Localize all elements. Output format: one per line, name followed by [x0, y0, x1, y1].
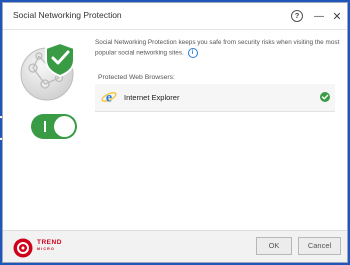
toggle-knob — [54, 116, 75, 137]
brand-logo-text: TREND MICRO — [37, 239, 62, 253]
protected-browsers-label: Protected Web Browsers: — [98, 74, 175, 81]
help-icon: ? — [291, 10, 303, 22]
browser-row: e Internet Explorer — [95, 84, 335, 112]
cancel-button[interactable]: Cancel — [298, 237, 341, 255]
close-button[interactable]: ✕ — [330, 9, 344, 23]
toggle-on-indicator — [44, 121, 46, 132]
window-title: Social Networking Protection — [13, 10, 122, 20]
protection-toggle[interactable] — [31, 114, 77, 139]
description-body: Social Networking Protection keeps you s… — [95, 39, 340, 57]
info-icon[interactable]: i — [187, 47, 198, 58]
check-icon — [320, 92, 330, 102]
svg-text:e: e — [106, 91, 112, 106]
description-text: Social Networking Protection keeps you s… — [95, 39, 340, 58]
ie-icon: e — [101, 91, 117, 106]
ok-button[interactable]: OK — [256, 237, 292, 255]
globe-check-icon — [20, 41, 75, 101]
dialog-window: Social Networking Protection ? — ✕ Socia… — [2, 2, 348, 263]
brand-subname: MICRO — [37, 247, 55, 251]
footer: TREND MICRO OK Cancel — [3, 230, 347, 262]
help-button[interactable]: ? — [290, 9, 304, 23]
brand-name: TREND — [37, 239, 62, 246]
minimize-button[interactable]: — — [312, 9, 326, 23]
browser-name: Internet Explorer — [124, 93, 180, 102]
title-bar: Social Networking Protection ? — ✕ — [3, 3, 347, 30]
trend-micro-logo-icon — [13, 238, 33, 258]
